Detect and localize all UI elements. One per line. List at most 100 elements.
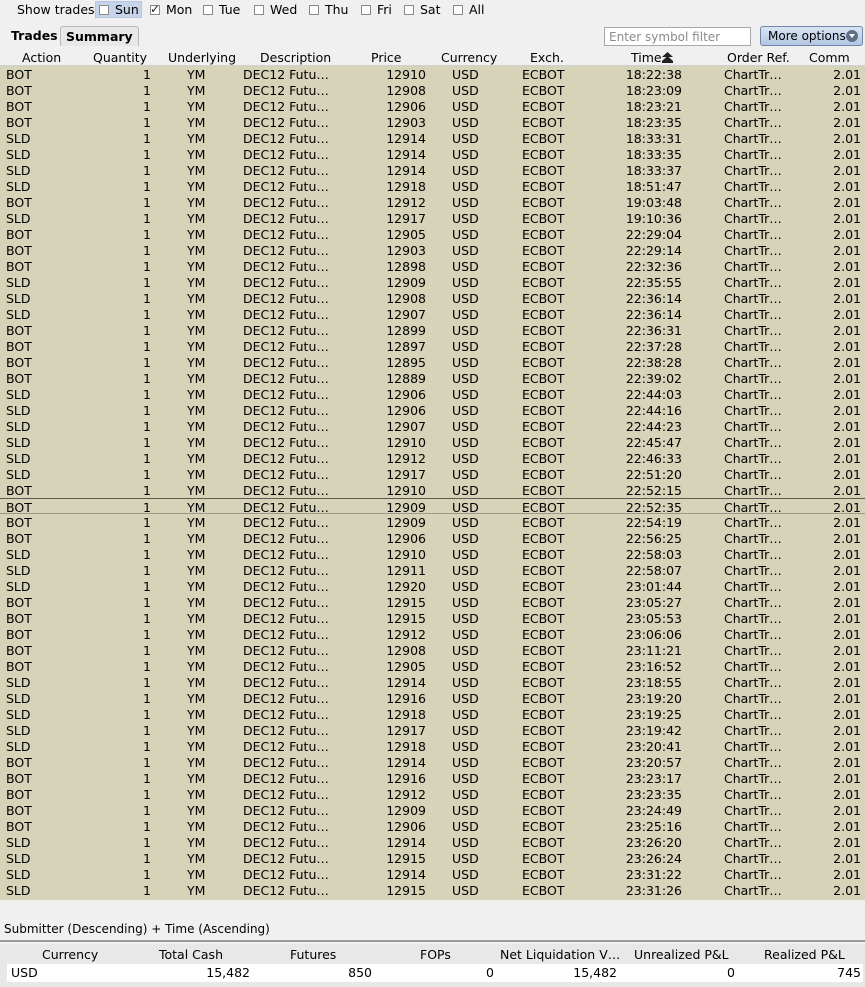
checkbox-sat[interactable] (404, 4, 414, 15)
table-row[interactable]: SLD 1 YM DEC12 Futu… 12917 USD ECBOT 19:10:36 Ch… (0, 210, 865, 226)
table-row[interactable]: SLD 1 YM DEC12 Futu… 12914 USD ECBOT 18:33:35 Ch… (0, 146, 865, 162)
day-filter-sat[interactable]: Sat (401, 1, 441, 18)
table-row[interactable]: SLD 1 YM DEC12 Futu… 12910 USD ECBOT 22:58:03 Ch… (0, 546, 865, 562)
table-row[interactable]: SLD 1 YM DEC12 Futu… 12906 USD ECBOT 22:44:03 Ch… (0, 386, 865, 402)
cell-exchange: ECBOT (522, 227, 565, 242)
table-row[interactable]: BOT 1 YM DEC12 Futu… 12903 USD ECBOT 22:29:14 Ch… (0, 242, 865, 258)
cell-price: 12920 (386, 579, 426, 594)
table-row[interactable]: BOT 1 YM DEC12 Futu… 12903 USD ECBOT 18:23:35 Ch… (0, 114, 865, 130)
day-filter-thu[interactable]: Thu (306, 1, 348, 18)
table-row[interactable]: SLD 1 YM DEC12 Futu… 12910 USD ECBOT 22:45:47 Ch… (0, 434, 865, 450)
table-row[interactable]: SLD 1 YM DEC12 Futu… 12914 USD ECBOT 23:18:55 Ch… (0, 674, 865, 690)
table-row[interactable]: BOT 1 YM DEC12 Futu… 12912 USD ECBOT 23:23:35 Ch… (0, 786, 865, 802)
table-row[interactable]: SLD 1 YM DEC12 Futu… 12912 USD ECBOT 22:46:33 Ch… (0, 450, 865, 466)
tab-trades[interactable]: Trades (6, 26, 63, 46)
col-price[interactable]: Price (371, 50, 402, 65)
table-row[interactable]: SLD 1 YM DEC12 Futu… 12916 USD ECBOT 23:19:20 Ch… (0, 690, 865, 706)
table-row[interactable]: BOT 1 YM DEC12 Futu… 12906 USD ECBOT 23:25:16 Ch… (0, 818, 865, 834)
col-comm[interactable]: Comm (809, 50, 850, 65)
table-row[interactable]: BOT 1 YM DEC12 Futu… 12906 USD ECBOT 22:56:25 Ch… (0, 530, 865, 546)
cell-exchange: ECBOT (522, 643, 565, 658)
day-filter-tue[interactable]: Tue (200, 1, 240, 18)
summary-row[interactable]: USD 15,482 850 0 15,482 0 745 (7, 964, 863, 982)
day-filter-sun[interactable]: Sun (95, 1, 142, 18)
col-description[interactable]: Description (260, 50, 331, 65)
table-row[interactable]: SLD 1 YM DEC12 Futu… 12914 USD ECBOT 23:26:20 Ch… (0, 834, 865, 850)
day-filter-mon[interactable]: Mon (147, 1, 192, 18)
table-row[interactable]: SLD 1 YM DEC12 Futu… 12907 USD ECBOT 22:36:14 Ch… (0, 306, 865, 322)
symbol-filter-input[interactable] (604, 27, 751, 46)
table-row[interactable]: BOT 1 YM DEC12 Futu… 12912 USD ECBOT 19:03:48 Ch… (0, 194, 865, 210)
table-row[interactable]: SLD 1 YM DEC12 Futu… 12909 USD ECBOT 22:35:55 Ch… (0, 274, 865, 290)
col-underlying[interactable]: Underlying (168, 50, 236, 65)
table-row[interactable]: SLD 1 YM DEC12 Futu… 12917 USD ECBOT 23:19:42 Ch… (0, 722, 865, 738)
cell-action: SLD (6, 307, 31, 322)
table-row[interactable]: SLD 1 YM DEC12 Futu… 12915 USD ECBOT 23:26:24 Ch… (0, 850, 865, 866)
day-filter-wed[interactable]: Wed (251, 1, 297, 18)
cell-time: 22:44:16 (625, 403, 682, 418)
table-row[interactable]: BOT 1 YM DEC12 Futu… 12912 USD ECBOT 23:06:06 Ch… (0, 626, 865, 642)
table-row[interactable]: SLD 1 YM DEC12 Futu… 12914 USD ECBOT 18:33:37 Ch… (0, 162, 865, 178)
col-currency[interactable]: Currency (441, 50, 497, 65)
table-row[interactable]: BOT 1 YM DEC12 Futu… 12915 USD ECBOT 23:05:27 Ch… (0, 594, 865, 610)
sort-status-text[interactable]: Submitter (Descending) + Time (Ascending… (4, 922, 270, 936)
table-row[interactable]: SLD 1 YM DEC12 Futu… 12914 USD ECBOT 18:33:31 Ch… (0, 130, 865, 146)
table-row[interactable]: SLD 1 YM DEC12 Futu… 12918 USD ECBOT 23:19:25 Ch… (0, 706, 865, 722)
cell-description: DEC12 Futu… (243, 595, 329, 610)
table-row[interactable]: BOT 1 YM DEC12 Futu… 12889 USD ECBOT 22:39:02 Ch… (0, 370, 865, 386)
cell-price: 12914 (386, 131, 426, 146)
table-row[interactable]: SLD 1 YM DEC12 Futu… 12920 USD ECBOT 23:01:44 Ch… (0, 578, 865, 594)
panel-divider[interactable] (0, 940, 865, 942)
col-quantity[interactable]: Quantity (93, 50, 147, 65)
cell-comm: 2.01 (833, 563, 861, 578)
table-row[interactable]: BOT 1 YM DEC12 Futu… 12908 USD ECBOT 23:11:21 Ch… (0, 642, 865, 658)
table-row[interactable]: BOT 1 YM DEC12 Futu… 12906 USD ECBOT 18:23:21 Ch… (0, 98, 865, 114)
table-row[interactable]: BOT 1 YM DEC12 Futu… 12905 USD ECBOT 22:29:04 Ch… (0, 226, 865, 242)
table-row[interactable]: BOT 1 YM DEC12 Futu… 12898 USD ECBOT 22:32:36 Ch… (0, 258, 865, 274)
day-filter-all[interactable]: All (450, 1, 485, 18)
checkbox-mon[interactable] (150, 1, 160, 18)
table-row[interactable]: SLD 1 YM DEC12 Futu… 12918 USD ECBOT 18:51:47 Ch… (0, 178, 865, 194)
table-row[interactable]: BOT 1 YM DEC12 Futu… 12909 USD ECBOT 22:52:35 Ch… (0, 498, 865, 515)
checkbox-fri[interactable] (361, 4, 371, 15)
table-row[interactable]: BOT 1 YM DEC12 Futu… 12909 USD ECBOT 22:54:19 Ch… (0, 514, 865, 530)
table-row[interactable]: SLD 1 YM DEC12 Futu… 12911 USD ECBOT 22:58:07 Ch… (0, 562, 865, 578)
cell-time: 22:46:33 (625, 451, 682, 466)
table-row[interactable]: SLD 1 YM DEC12 Futu… 12914 USD ECBOT 23:31:22 Ch… (0, 866, 865, 882)
table-row[interactable]: SLD 1 YM DEC12 Futu… 12906 USD ECBOT 22:44:16 Ch… (0, 402, 865, 418)
table-row[interactable]: BOT 1 YM DEC12 Futu… 12908 USD ECBOT 18:23:09 Ch… (0, 82, 865, 98)
day-filter-fri[interactable]: Fri (358, 1, 392, 18)
col-order-ref[interactable]: Order Ref. (727, 50, 790, 65)
col-time[interactable]: Time (631, 50, 662, 65)
checkbox-wed[interactable] (254, 4, 264, 15)
table-row[interactable]: BOT 1 YM DEC12 Futu… 12916 USD ECBOT 23:23:17 Ch… (0, 770, 865, 786)
table-row[interactable]: BOT 1 YM DEC12 Futu… 12914 USD ECBOT 23:20:57 Ch… (0, 754, 865, 770)
checkbox-all[interactable] (453, 4, 463, 15)
table-row[interactable]: SLD 1 YM DEC12 Futu… 12915 USD ECBOT 23:31:26 Ch… (0, 882, 865, 898)
cell-description: DEC12 Futu… (243, 243, 329, 258)
checkbox-sun[interactable] (99, 4, 109, 15)
table-row[interactable]: BOT 1 YM DEC12 Futu… 12910 USD ECBOT 18:22:38 Ch… (0, 66, 865, 82)
table-row[interactable]: BOT 1 YM DEC12 Futu… 12897 USD ECBOT 22:37:28 Ch… (0, 338, 865, 354)
table-row[interactable]: SLD 1 YM DEC12 Futu… 12908 USD ECBOT 22:36:14 Ch… (0, 290, 865, 306)
col-exchange[interactable]: Exch. (530, 50, 564, 65)
more-options-button[interactable]: More options (760, 26, 863, 46)
cell-underlying: YM (187, 467, 206, 482)
checkbox-thu[interactable] (309, 4, 319, 15)
table-row[interactable]: BOT 1 YM DEC12 Futu… 12899 USD ECBOT 22:36:31 Ch… (0, 322, 865, 338)
table-row[interactable]: BOT 1 YM DEC12 Futu… 12910 USD ECBOT 22:52:15 Ch… (0, 482, 865, 498)
cell-underlying: YM (187, 563, 206, 578)
tab-summary[interactable]: Summary (60, 26, 139, 46)
table-row[interactable]: BOT 1 YM DEC12 Futu… 12909 USD ECBOT 23:24:49 Ch… (0, 802, 865, 818)
cell-description: DEC12 Futu… (243, 611, 329, 626)
table-row[interactable]: BOT 1 YM DEC12 Futu… 12915 USD ECBOT 23:05:53 Ch… (0, 610, 865, 626)
table-row[interactable]: BOT 1 YM DEC12 Futu… 12895 USD ECBOT 22:38:28 Ch… (0, 354, 865, 370)
cell-order-ref: ChartTr… (724, 707, 782, 722)
cell-time: 22:51:20 (625, 467, 682, 482)
table-row[interactable]: SLD 1 YM DEC12 Futu… 12918 USD ECBOT 23:20:41 Ch… (0, 738, 865, 754)
table-row[interactable]: BOT 1 YM DEC12 Futu… 12905 USD ECBOT 23:16:52 Ch… (0, 658, 865, 674)
table-row[interactable]: SLD 1 YM DEC12 Futu… 12917 USD ECBOT 22:51:20 Ch… (0, 466, 865, 482)
table-row[interactable]: SLD 1 YM DEC12 Futu… 12907 USD ECBOT 22:44:23 Ch… (0, 418, 865, 434)
col-action[interactable]: Action (22, 50, 61, 65)
checkbox-tue[interactable] (203, 4, 213, 15)
